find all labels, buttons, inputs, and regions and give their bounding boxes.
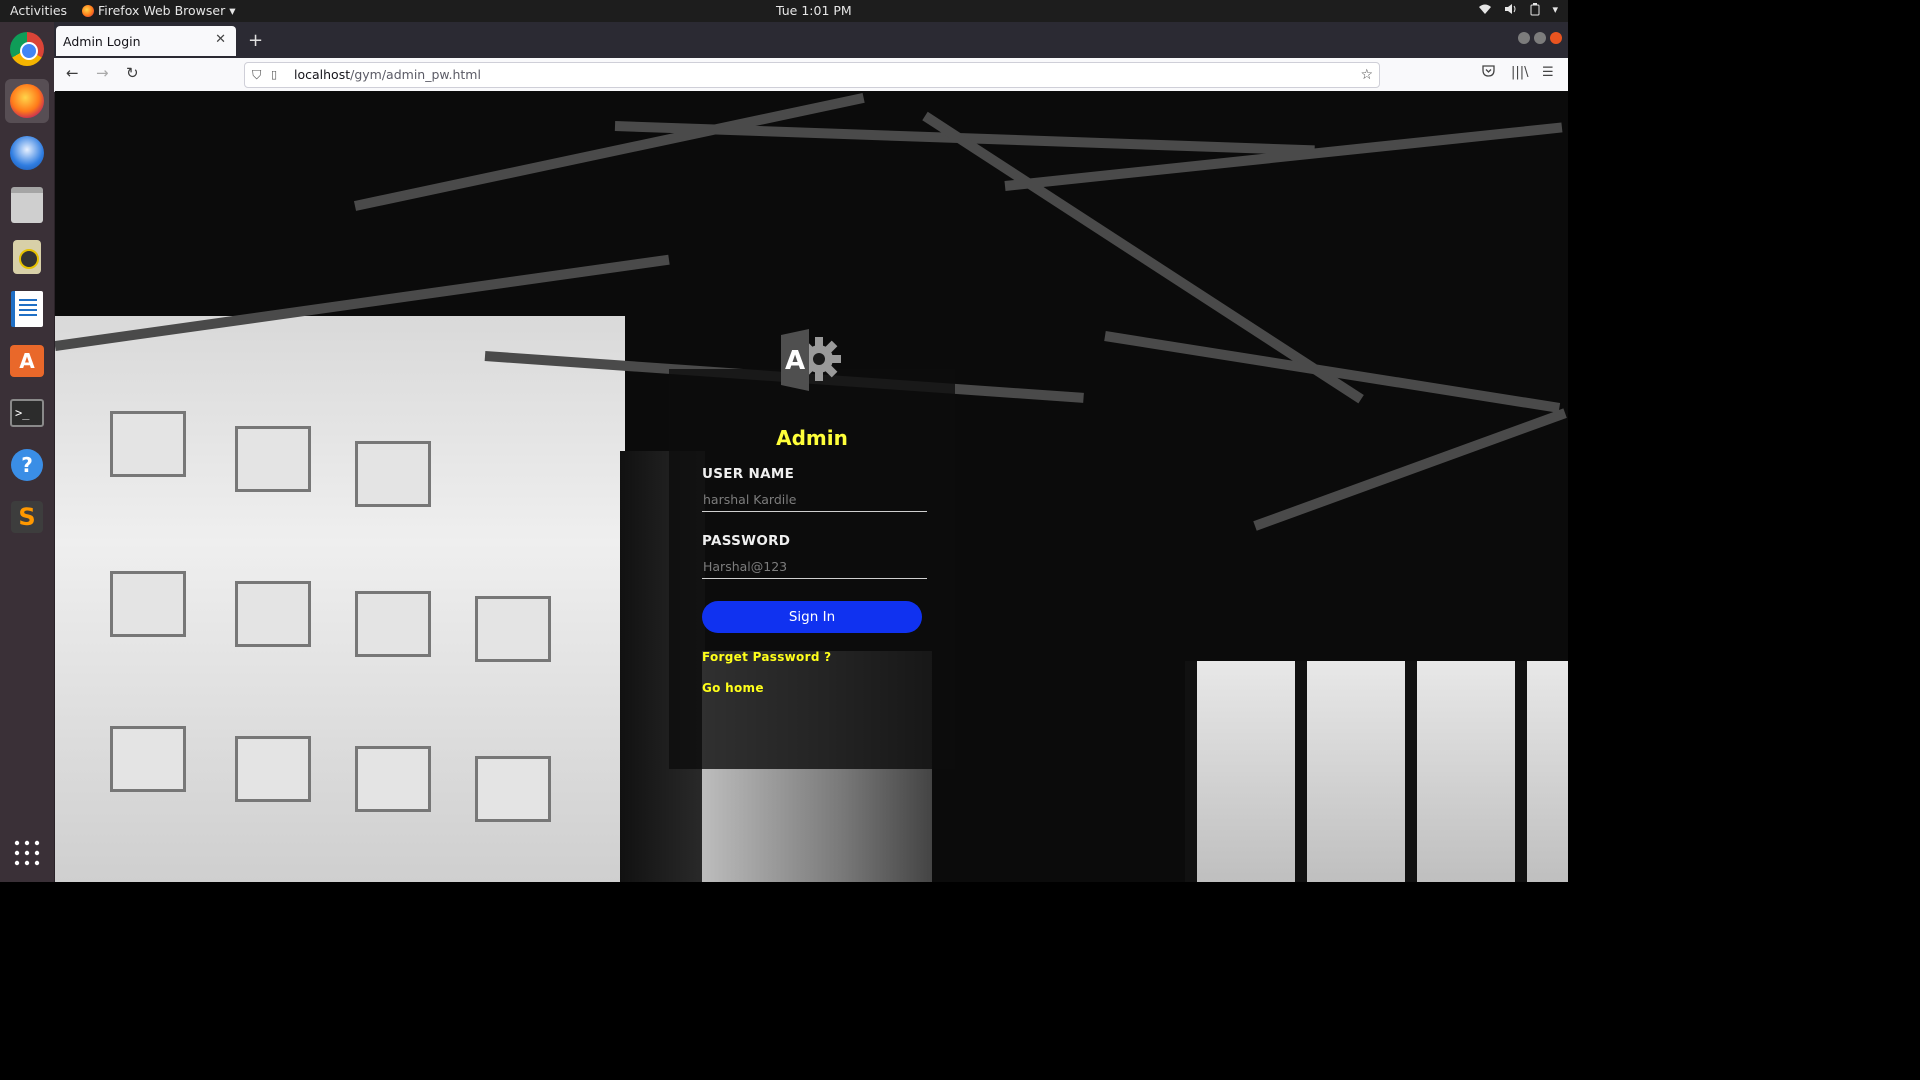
pocket-icon[interactable] xyxy=(1482,65,1495,81)
url-text: localhost/gym/admin_pw.html xyxy=(294,63,481,87)
tracking-shield-icon[interactable]: ⛉ xyxy=(252,63,261,87)
volume-icon xyxy=(1504,3,1518,19)
wifi-icon xyxy=(1478,3,1492,19)
navigation-toolbar: ← → ↻ ⛉ ▯ localhost/gym/admin_pw.html ☆ … xyxy=(54,58,1568,92)
bg-building xyxy=(55,316,625,882)
sign-in-button[interactable]: Sign In xyxy=(702,601,922,633)
dock-sublime[interactable]: S xyxy=(5,495,49,539)
window-controls xyxy=(1518,32,1562,44)
dock: A >_ ? S xyxy=(0,22,55,882)
username-input[interactable] xyxy=(702,487,927,512)
dock-writer[interactable] xyxy=(5,287,49,331)
dock-help[interactable]: ? xyxy=(5,443,49,487)
thunderbird-icon xyxy=(10,136,44,170)
clock[interactable]: Tue 1:01 PM xyxy=(776,3,852,18)
dock-rhythmbox[interactable] xyxy=(5,235,49,279)
sublime-text-icon: S xyxy=(11,501,43,533)
url-bar[interactable]: ⛉ ▯ localhost/gym/admin_pw.html ☆ xyxy=(244,62,1380,88)
dock-firefox[interactable] xyxy=(5,79,49,123)
minimize-icon[interactable] xyxy=(1518,32,1530,44)
tab-strip: Admin Login ✕ + xyxy=(54,22,1568,58)
dock-software[interactable]: A xyxy=(5,339,49,383)
chevron-down-icon: ▾ xyxy=(229,3,236,18)
dock-thunderbird[interactable] xyxy=(5,131,49,175)
password-label: PASSWORD xyxy=(702,533,791,549)
chrome-icon xyxy=(10,32,44,66)
app-menu-label: Firefox Web Browser xyxy=(98,3,226,18)
writer-icon xyxy=(11,291,43,327)
url-host: localhost xyxy=(294,67,351,82)
maximize-icon[interactable] xyxy=(1534,32,1546,44)
password-input[interactable] xyxy=(702,554,927,579)
chevron-down-icon: ▾ xyxy=(1552,3,1558,16)
dock-files[interactable] xyxy=(5,183,49,227)
system-top-bar: Activities Firefox Web Browser ▾ Tue 1:0… xyxy=(0,0,1568,22)
activities-button[interactable]: Activities xyxy=(10,3,67,18)
page-title: Admin xyxy=(776,426,848,450)
library-icon[interactable]: |||\ xyxy=(1511,65,1529,80)
files-icon xyxy=(11,187,43,223)
tab-title: Admin Login xyxy=(63,33,141,49)
admin-gear-logo: A xyxy=(779,327,845,393)
battery-icon xyxy=(1530,3,1540,19)
new-tab-icon[interactable]: + xyxy=(248,30,263,51)
show-applications-icon[interactable] xyxy=(14,840,40,866)
dock-chrome[interactable] xyxy=(5,27,49,71)
go-home-link[interactable]: Go home xyxy=(702,681,764,695)
system-tray[interactable]: ▾ xyxy=(1478,3,1558,19)
rhythmbox-icon xyxy=(13,240,41,274)
close-icon[interactable]: ✕ xyxy=(215,32,226,47)
tab-admin-login[interactable]: Admin Login ✕ xyxy=(56,26,236,56)
help-icon: ? xyxy=(11,449,43,481)
app-menu[interactable]: Firefox Web Browser ▾ xyxy=(82,3,236,18)
dock-terminal[interactable]: >_ xyxy=(5,391,49,435)
firefox-small-icon xyxy=(82,4,94,17)
bg-window xyxy=(1185,661,1568,882)
bookmark-star-icon[interactable]: ☆ xyxy=(1360,63,1373,87)
logo-letter: A xyxy=(785,346,805,376)
forgot-password-link[interactable]: Forget Password ? xyxy=(702,650,831,664)
firefox-icon xyxy=(10,84,44,118)
window-close-icon[interactable] xyxy=(1550,32,1562,44)
hamburger-menu-icon[interactable]: ☰ xyxy=(1542,65,1554,80)
back-icon[interactable]: ← xyxy=(66,64,79,82)
page-viewport: A Admin USER NAME PASSWORD Sign In Forge… xyxy=(55,91,1568,882)
software-center-icon: A xyxy=(10,345,44,377)
url-path: /gym/admin_pw.html xyxy=(350,67,481,82)
terminal-icon: >_ xyxy=(10,399,44,427)
page-icon[interactable]: ▯ xyxy=(271,63,277,87)
reload-icon[interactable]: ↻ xyxy=(126,64,139,82)
forward-icon[interactable]: → xyxy=(96,64,109,82)
username-label: USER NAME xyxy=(702,466,795,482)
